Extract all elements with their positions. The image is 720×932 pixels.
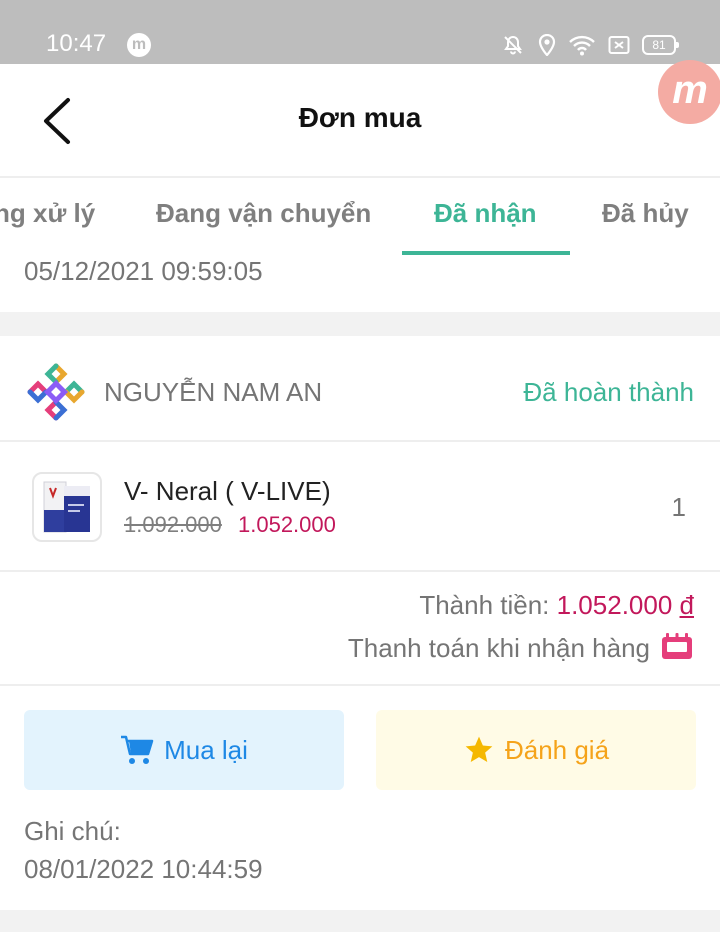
rate-button[interactable]: Đánh giá	[376, 710, 696, 790]
tab-shipping[interactable]: Đang vận chuyển	[156, 198, 371, 229]
note-label: Ghi chú:	[24, 816, 121, 846]
bottom-divider	[0, 910, 720, 932]
floating-chat-bubble[interactable]: m	[658, 60, 720, 124]
product-thumbnail	[32, 472, 102, 542]
order-tabs: ng xử lý Đang vận chuyển Đã nhận Đã hủy	[0, 178, 720, 256]
note-date: 08/01/2022 10:44:59	[24, 854, 263, 884]
total-amount: 1.052.000	[556, 590, 673, 620]
currency-symbol: đ	[679, 590, 694, 620]
payment-method-label: Thanh toán khi nhận hàng	[347, 632, 650, 663]
total-label: Thành tiền:	[419, 590, 557, 620]
product-name: V- Neral ( V-LIVE)	[124, 476, 331, 506]
payment-method: Thanh toán khi nhận hàng	[348, 632, 694, 664]
shop-name: NGUYỄN NAM AN	[104, 377, 323, 407]
product-row[interactable]: V- Neral ( V-LIVE) 1.092.000 1.052.000 1	[0, 442, 720, 572]
rebuy-button[interactable]: Mua lại	[24, 710, 344, 790]
shop-row[interactable]: NGUYỄN NAM AN Đã hoàn thành	[0, 336, 720, 442]
star-icon	[465, 736, 493, 762]
cart-icon	[121, 735, 154, 764]
cash-on-delivery-icon	[662, 633, 692, 659]
tab-received[interactable]: Đã nhận	[434, 198, 537, 229]
mute-icon	[504, 35, 522, 55]
section-divider	[0, 312, 720, 336]
battery-icon: 81	[642, 35, 679, 55]
tab-processing[interactable]: ng xử lý	[0, 198, 95, 229]
total-line: Thành tiền: 1.052.000 đ	[419, 590, 694, 621]
rebuy-label: Mua lại	[164, 734, 248, 765]
wifi-icon	[569, 35, 595, 56]
product-quantity: 1	[671, 492, 686, 522]
shop-logo	[27, 363, 85, 421]
app-notification-icon: m	[127, 33, 151, 57]
tab-cancelled[interactable]: Đã hủy	[602, 198, 689, 229]
location-icon	[538, 34, 556, 56]
active-tab-indicator	[402, 251, 570, 255]
order-date: 05/12/2021 09:59:05	[24, 256, 263, 286]
nfc-icon	[608, 36, 630, 54]
status-bar: 10:47 m 81	[0, 0, 720, 64]
status-icons: 81	[500, 32, 679, 58]
product-old-price: 1.092.000	[124, 512, 222, 537]
order-totals: Thành tiền: 1.052.000 đ Thanh toán khi n…	[0, 572, 720, 686]
page-title: Đơn mua	[298, 102, 422, 133]
rate-label: Đánh giá	[504, 734, 610, 765]
app-header: Đơn mua	[0, 64, 720, 178]
status-time: 10:47	[46, 30, 107, 57]
product-price: 1.052.000	[238, 512, 336, 537]
order-status: Đã hoàn thành	[523, 377, 694, 407]
